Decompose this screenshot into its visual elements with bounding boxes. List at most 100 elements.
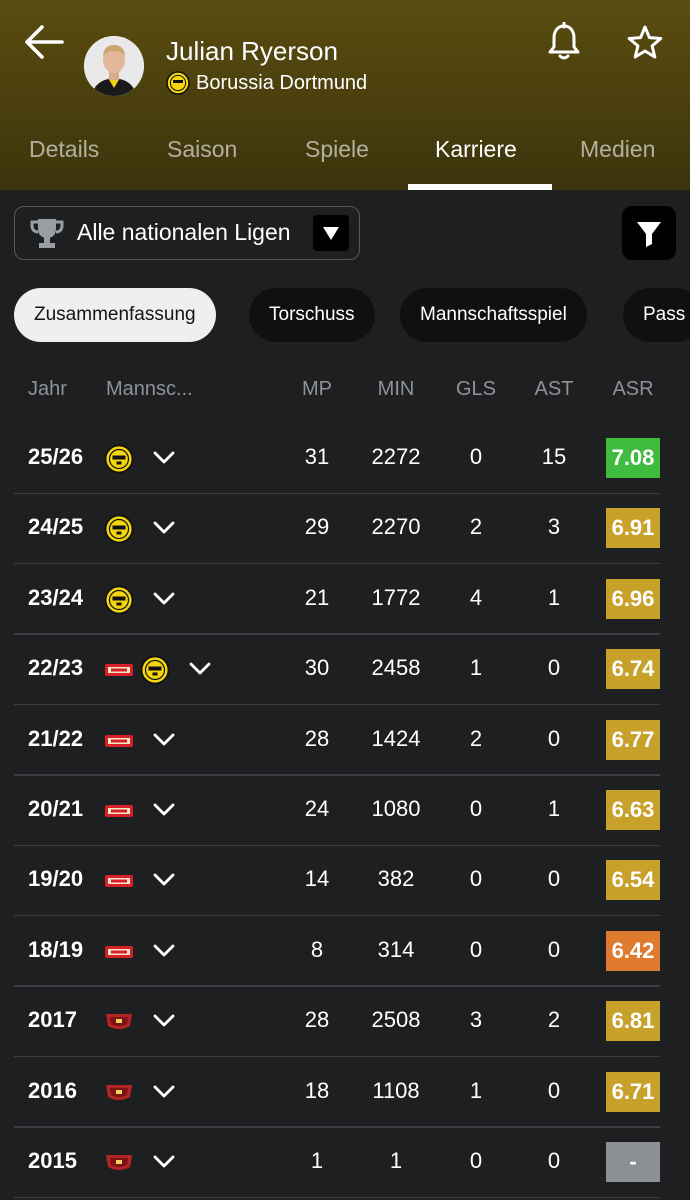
expand-row-button[interactable] — [152, 589, 176, 609]
chevron-down-icon — [153, 521, 175, 534]
col-header-min[interactable]: MIN — [356, 378, 436, 401]
team-crest — [104, 866, 134, 896]
chip-pass[interactable]: Pass — [623, 288, 690, 342]
rating-badge: 6.91 — [606, 508, 660, 549]
cell-year: 2015 — [28, 1148, 77, 1173]
tab-details[interactable]: Details — [29, 136, 99, 163]
league-select-label: Alle nationalen Ligen — [77, 219, 291, 245]
bvb-crest-icon — [104, 585, 134, 615]
col-header-ast[interactable]: AST — [526, 378, 582, 401]
cell-ast: 0 — [547, 866, 561, 892]
tab-medien[interactable]: Medien — [580, 136, 655, 163]
rating-badge: 6.42 — [606, 930, 660, 971]
cell-gls: 3 — [469, 1007, 483, 1033]
tab-karriere[interactable]: Karriere — [435, 136, 517, 163]
league-select[interactable]: Alle nationalen Ligen — [14, 206, 360, 260]
team-crest — [140, 655, 170, 685]
tab-spiele[interactable]: Spiele — [305, 136, 369, 163]
team-crests — [104, 585, 140, 615]
expand-row-button[interactable] — [152, 941, 176, 961]
union-berlin-crest-icon — [105, 875, 133, 888]
expand-row-button[interactable] — [152, 448, 176, 468]
back-button[interactable] — [22, 22, 66, 62]
table-row[interactable]: 20/21 24 1080 0 1 6.63 — [0, 776, 690, 846]
triangle-down-icon — [323, 227, 339, 240]
notifications-button[interactable] — [546, 21, 582, 62]
favorite-button[interactable] — [626, 24, 664, 62]
cell-mp: 31 — [304, 444, 330, 469]
team-crests — [104, 655, 176, 685]
team-crests — [104, 1007, 140, 1037]
bvb-crest-icon — [104, 444, 134, 474]
cell-min: 1424 — [371, 725, 421, 751]
col-header-mp[interactable]: MP — [288, 378, 346, 401]
club-row[interactable]: Borussia Dortmund — [166, 70, 367, 96]
cell-mp: 30 — [304, 655, 330, 681]
expand-row-button[interactable] — [152, 730, 176, 750]
team-crests — [104, 514, 140, 544]
team-crest — [104, 1007, 134, 1037]
table-row[interactable]: 2017 28 2508 3 2 6.81 — [0, 987, 690, 1058]
cell-mp: 28 — [304, 1007, 330, 1033]
table-row[interactable]: 24/25 29 2270 2 3 6.91 — [0, 494, 690, 565]
expand-row-button[interactable] — [152, 800, 176, 820]
team-crests — [104, 796, 140, 826]
bvb-crest-icon — [104, 514, 134, 544]
table-row[interactable]: 23/24 21 1772 4 1 6.96 — [0, 565, 690, 635]
rating-badge: 6.54 — [606, 860, 660, 901]
chevron-down-icon — [153, 873, 175, 886]
union-berlin-crest-icon — [105, 734, 133, 747]
table-row[interactable]: 19/20 14 382 0 0 6.54 — [0, 846, 690, 917]
chip-zusammenfassung[interactable]: Zusammenfassung — [14, 288, 216, 342]
cell-year: 24/25 — [28, 514, 84, 540]
chip-torschuss[interactable]: Torschuss — [249, 288, 375, 342]
team-crest — [104, 726, 134, 756]
cell-min: 1 — [389, 1148, 403, 1173]
cell-ast: 0 — [547, 1148, 561, 1173]
filter-button[interactable] — [622, 206, 676, 260]
team-crests — [104, 1078, 140, 1108]
tab-saison[interactable]: Saison — [167, 136, 237, 163]
cell-min: 2458 — [371, 655, 421, 681]
team-crest — [104, 514, 134, 544]
player-name: Julian Ryerson — [166, 36, 338, 66]
col-header-gls[interactable]: GLS — [448, 378, 504, 401]
expand-row-button[interactable] — [152, 1152, 176, 1172]
expand-row-button[interactable] — [152, 870, 176, 890]
cell-gls: 4 — [469, 584, 483, 610]
league-dropdown-toggle[interactable] — [313, 215, 349, 251]
rating-badge: 7.08 — [606, 438, 660, 478]
cell-ast: 1 — [547, 796, 561, 821]
table-row[interactable]: 18/19 8 314 0 0 6.42 — [0, 917, 690, 987]
table-row[interactable]: 2016 18 1108 1 0 6.71 — [0, 1058, 690, 1128]
expand-row-button[interactable] — [152, 1082, 176, 1102]
expand-row-button[interactable] — [152, 518, 176, 538]
cell-min: 1108 — [372, 1077, 420, 1103]
chevron-down-icon — [153, 944, 175, 957]
cell-year: 21/22 — [28, 725, 84, 751]
player-header: Julian Ryerson Borussia Dortmund Details… — [0, 0, 690, 190]
team-crest — [104, 1078, 134, 1108]
table-row[interactable]: 2015 1 1 0 0 - — [0, 1128, 690, 1198]
chevron-down-icon — [189, 662, 211, 675]
chip-mannschaftsspiel[interactable]: Mannschaftsspiel — [400, 288, 587, 342]
rating-badge: - — [606, 1142, 660, 1182]
table-row[interactable]: 21/22 28 1424 2 0 6.77 — [0, 706, 690, 776]
rating-badge: 6.74 — [606, 649, 660, 690]
table-row[interactable]: 22/23 30 2458 1 0 6.74 — [0, 635, 690, 706]
expand-row-button[interactable] — [188, 659, 212, 679]
cell-min: 2508 — [371, 1007, 421, 1033]
expand-row-button[interactable] — [152, 1011, 176, 1031]
table-row[interactable]: 25/26 31 2272 0 15 7.08 — [0, 424, 690, 494]
chevron-down-icon — [153, 733, 175, 745]
filter-icon — [637, 222, 661, 247]
row-divider — [14, 1196, 660, 1198]
cell-ast: 1 — [547, 584, 561, 610]
union-berlin-crest-icon — [105, 664, 133, 677]
team-crest — [104, 655, 134, 685]
col-header-asr[interactable]: ASR — [606, 378, 660, 401]
col-header-team[interactable]: Mannsc... — [106, 378, 193, 401]
cell-year: 22/23 — [28, 655, 84, 681]
col-header-year[interactable]: Jahr — [28, 378, 67, 401]
cell-mp: 18 — [304, 1077, 330, 1103]
